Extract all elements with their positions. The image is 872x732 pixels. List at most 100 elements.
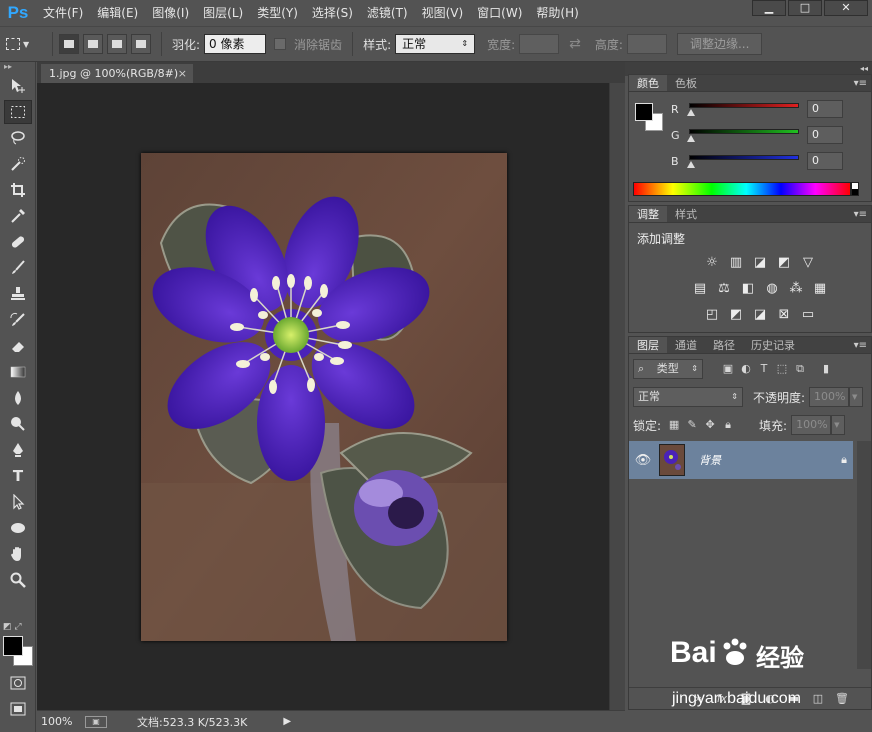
tab-paths[interactable]: 路径 xyxy=(705,337,743,353)
color-balance-icon[interactable]: ⚖ xyxy=(716,280,733,297)
height-input[interactable] xyxy=(626,34,667,54)
antialias-checkbox[interactable] xyxy=(274,38,287,50)
move-tool-icon[interactable] xyxy=(4,74,32,98)
panel-grip-icon[interactable]: ▸▸ xyxy=(0,62,35,72)
levels-icon[interactable]: ▥ xyxy=(728,254,745,271)
style-select[interactable]: 正常 ⇕ xyxy=(395,34,476,54)
panel-menu-icon[interactable]: ▾≡ xyxy=(854,75,867,92)
panel-menu-icon[interactable]: ▾≡ xyxy=(854,337,867,354)
filter-smart-object-icon[interactable]: ⧉ xyxy=(791,360,809,378)
red-value-input[interactable]: 0 xyxy=(807,100,843,118)
blur-tool-icon[interactable] xyxy=(4,386,32,410)
black-white-ramp[interactable] xyxy=(851,182,859,196)
lock-transparent-icon[interactable]: ▦ xyxy=(665,416,683,434)
close-button[interactable]: ✕ xyxy=(824,0,868,16)
layer-name[interactable]: 背景 xyxy=(699,452,835,468)
swap-icon[interactable]: ⇄ xyxy=(569,36,581,52)
green-value-input[interactable]: 0 xyxy=(807,126,843,144)
blend-mode-select[interactable]: 正常 ⇕ xyxy=(633,387,743,407)
green-slider[interactable] xyxy=(687,127,799,143)
hue-saturation-icon[interactable]: ▤ xyxy=(692,280,709,297)
document-image[interactable] xyxy=(141,153,507,641)
subtract-selection-button[interactable] xyxy=(107,34,127,54)
quick-select-tool-icon[interactable] xyxy=(4,152,32,176)
width-input[interactable] xyxy=(519,34,560,54)
lock-position-icon[interactable]: ✥ xyxy=(701,416,719,434)
layers-scrollbar[interactable] xyxy=(857,441,871,669)
close-tab-icon[interactable]: × xyxy=(178,64,187,83)
threshold-icon[interactable]: ◪ xyxy=(752,306,769,323)
lasso-tool-icon[interactable] xyxy=(4,126,32,150)
tool-preset-picker[interactable]: ▼ xyxy=(6,32,46,56)
zoom-level[interactable]: 100% xyxy=(37,715,85,728)
rect-marquee-tool-icon[interactable] xyxy=(4,100,32,124)
opacity-input[interactable]: 100% xyxy=(809,387,850,407)
filter-shape-icon[interactable]: ⬚ xyxy=(773,360,791,378)
history-brush-tool-icon[interactable] xyxy=(4,308,32,332)
quick-mask-icon[interactable] xyxy=(4,671,32,695)
clone-stamp-tool-icon[interactable] xyxy=(4,282,32,306)
eraser-tool-icon[interactable] xyxy=(4,334,32,358)
type-tool-icon[interactable]: T xyxy=(4,464,32,488)
menu-file[interactable]: 文件(F) xyxy=(36,0,90,26)
refine-edge-button[interactable]: 调整边缘... xyxy=(676,33,763,55)
filter-adjustment-icon[interactable]: ◐ xyxy=(737,360,755,378)
menu-view[interactable]: 视图(V) xyxy=(415,0,471,26)
intersect-selection-button[interactable] xyxy=(131,34,151,54)
tab-styles[interactable]: 样式 xyxy=(667,206,705,222)
gradient-tool-icon[interactable] xyxy=(4,360,32,384)
fill-input[interactable]: 100% xyxy=(791,415,832,435)
selective-color-icon[interactable]: ▭ xyxy=(800,306,817,323)
status-menu-arrow-icon[interactable]: ▶ xyxy=(283,716,291,727)
tab-layers[interactable]: 图层 xyxy=(629,337,667,353)
red-slider[interactable] xyxy=(687,101,799,117)
zoom-tool-icon[interactable] xyxy=(4,568,32,592)
document-tab[interactable]: 1.jpg @ 100%(RGB/8#) × xyxy=(41,64,193,83)
maximize-button[interactable]: □ xyxy=(788,0,822,16)
vibrance-icon[interactable]: ▽ xyxy=(800,254,817,271)
tab-history[interactable]: 历史记录 xyxy=(743,337,803,353)
black-white-icon[interactable]: ◧ xyxy=(740,280,757,297)
default-colors-icon[interactable]: ◩ ⤢ xyxy=(3,622,22,632)
add-selection-button[interactable] xyxy=(83,34,103,54)
color-lookup-icon[interactable]: ▦ xyxy=(812,280,829,297)
layer-filter-select[interactable]: ⌕ 类型 ⇕ xyxy=(633,359,703,379)
panel-menu-icon[interactable]: ▾≡ xyxy=(854,206,867,223)
crop-tool-icon[interactable] xyxy=(4,178,32,202)
menu-edit[interactable]: 编辑(E) xyxy=(90,0,145,26)
slider-thumb-icon[interactable] xyxy=(687,109,695,116)
tab-color[interactable]: 颜色 xyxy=(629,75,667,91)
new-selection-button[interactable] xyxy=(59,34,79,54)
menu-type[interactable]: 类型(Y) xyxy=(250,0,305,26)
eyedropper-tool-icon[interactable] xyxy=(4,204,32,228)
color-swatches[interactable] xyxy=(3,634,35,668)
menu-window[interactable]: 窗口(W) xyxy=(470,0,529,26)
fill-dropdown[interactable]: ▼ xyxy=(831,415,846,435)
tab-adjustments[interactable]: 调整 xyxy=(629,206,667,222)
menu-filter[interactable]: 滤镜(T) xyxy=(360,0,415,26)
dodge-tool-icon[interactable] xyxy=(4,412,32,436)
feather-input[interactable]: 0 像素 xyxy=(204,34,267,54)
menu-image[interactable]: 图像(I) xyxy=(145,0,196,26)
gradient-map-icon[interactable]: ⊠ xyxy=(776,306,793,323)
brush-tool-icon[interactable] xyxy=(4,256,32,280)
menu-select[interactable]: 选择(S) xyxy=(305,0,360,26)
visibility-eye-icon[interactable]: 👁︎ xyxy=(629,453,657,468)
filter-type-icon[interactable]: T xyxy=(755,360,773,378)
color-spectrum[interactable] xyxy=(633,182,851,196)
pen-tool-icon[interactable] xyxy=(4,438,32,462)
menu-layer[interactable]: 图层(L) xyxy=(196,0,250,26)
path-select-tool-icon[interactable] xyxy=(4,490,32,514)
screen-mode-icon[interactable] xyxy=(4,697,32,721)
curves-icon[interactable]: ◪ xyxy=(752,254,769,271)
posterize-icon[interactable]: ◩ xyxy=(728,306,745,323)
photo-filter-icon[interactable]: ◍ xyxy=(764,280,781,297)
slider-thumb-icon[interactable] xyxy=(687,161,695,168)
channel-mixer-icon[interactable]: ⁂ xyxy=(788,280,805,297)
filter-toggle-icon[interactable]: ▮ xyxy=(817,360,835,378)
blue-slider[interactable] xyxy=(687,153,799,169)
brightness-contrast-icon[interactable]: ☼ xyxy=(704,254,721,271)
opacity-dropdown[interactable]: ▼ xyxy=(849,387,864,407)
healing-brush-tool-icon[interactable] xyxy=(4,230,32,254)
invert-icon[interactable]: ◰ xyxy=(704,306,721,323)
